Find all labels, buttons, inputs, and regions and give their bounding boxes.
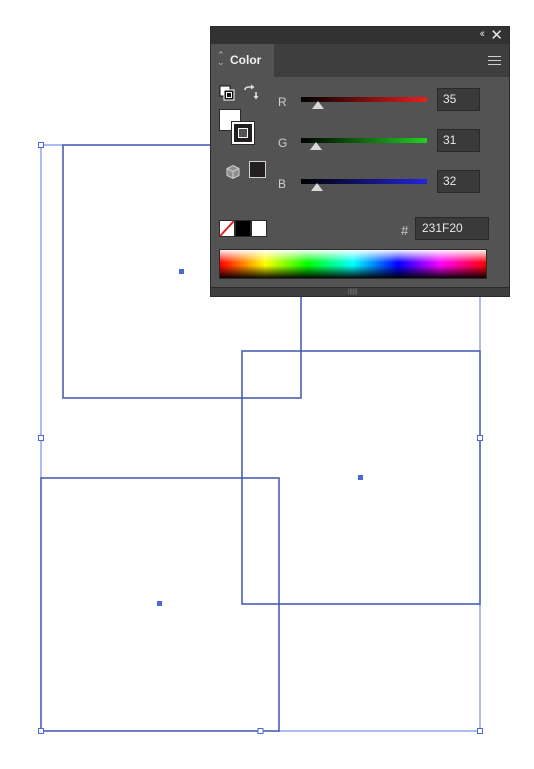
cube-icon[interactable] — [225, 164, 241, 180]
handle-bottom-left[interactable] — [38, 728, 44, 734]
color-panel[interactable]: ‹‹ ✕ ⌃ ⌄ Color R 35 G 31 B 32 # 231F20 |… — [210, 26, 510, 297]
tab-options-arrows-icon[interactable]: ⌃ ⌄ — [217, 51, 225, 67]
handle-middle-left[interactable] — [38, 435, 44, 441]
handle-top-left[interactable] — [38, 142, 44, 148]
black-swatch-icon[interactable] — [235, 220, 251, 237]
channel-label-r: R — [278, 95, 287, 109]
last-color-swatch-icon[interactable] — [249, 161, 266, 178]
none-swatch-icon[interactable] — [219, 220, 235, 237]
channel-value-input-b[interactable]: 32 — [437, 170, 480, 193]
tab-label: Color — [230, 53, 262, 67]
handle-bottom-center[interactable] — [257, 728, 264, 734]
center-point-top-left — [179, 269, 184, 274]
hex-input[interactable]: 231F20 — [415, 217, 489, 240]
slider-thumb-r[interactable] — [312, 101, 325, 109]
panel-tab-row: ⌃ ⌄ Color — [211, 44, 509, 77]
panel-menu-icon[interactable] — [488, 56, 501, 68]
channel-label-b: B — [278, 177, 287, 191]
channel-label-g: G — [278, 136, 288, 150]
collapse-panel-icon[interactable]: ‹‹ — [480, 28, 486, 40]
channel-value-input-r[interactable]: 35 — [437, 88, 480, 111]
panel-resize-bar[interactable]: |||||| — [211, 287, 509, 296]
panel-titlebar[interactable]: ‹‹ ✕ — [211, 27, 509, 44]
color-spectrum-ramp[interactable] — [219, 249, 487, 279]
tab-color[interactable]: ⌃ ⌄ Color — [211, 44, 274, 77]
handle-bottom-right[interactable] — [477, 728, 483, 734]
center-point-bottom-left — [157, 601, 162, 606]
swap-fill-stroke-icon[interactable] — [242, 84, 260, 102]
center-point-right — [358, 475, 363, 480]
hex-hash-label: # — [401, 223, 409, 238]
close-icon[interactable]: ✕ — [490, 26, 503, 44]
slider-thumb-b[interactable] — [310, 183, 323, 191]
channel-value-input-g[interactable]: 31 — [437, 129, 480, 152]
slider-thumb-g[interactable] — [310, 142, 323, 150]
white-swatch-icon[interactable] — [251, 220, 267, 237]
default-fill-stroke-icon[interactable] — [219, 85, 235, 101]
stroke-swatch-icon[interactable] — [231, 121, 255, 145]
resize-grip-icon[interactable]: |||||| — [348, 289, 357, 295]
handle-middle-right[interactable] — [477, 435, 483, 441]
